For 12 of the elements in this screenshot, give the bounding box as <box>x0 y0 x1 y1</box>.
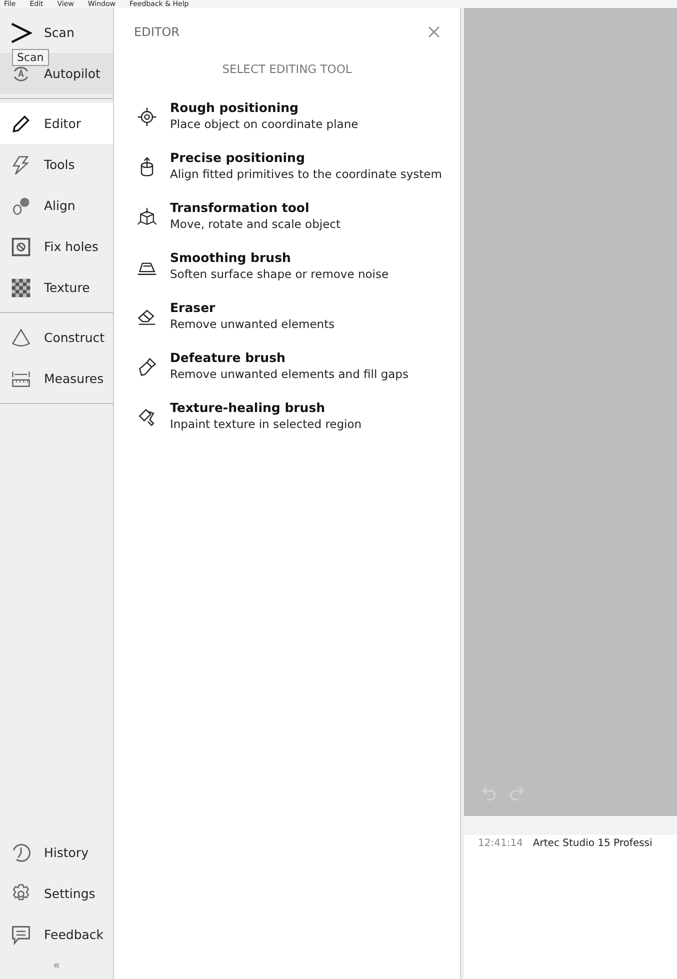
tool-description: Align fitted primitives to the coordinate system <box>170 166 442 182</box>
tool-description: Remove unwanted elements and fill gaps <box>170 366 408 382</box>
tooltip: Scan <box>12 49 49 66</box>
tool-description: Place object on coordinate plane <box>170 116 358 132</box>
log-time: 12:41:14 <box>478 838 523 849</box>
log-message: Artec Studio 15 Professi <box>532 838 652 849</box>
tool-description: Remove unwanted elements <box>170 316 335 332</box>
tool-description: Inpaint texture in selected region <box>170 416 362 432</box>
tool-description: Move, rotate and scale object <box>170 216 340 232</box>
tool-description: Soften surface shape or remove noise <box>170 266 389 282</box>
panel-subtitle: SELECT EDITING TOOL <box>221 62 353 76</box>
panel-title: EDITOR <box>134 25 180 39</box>
